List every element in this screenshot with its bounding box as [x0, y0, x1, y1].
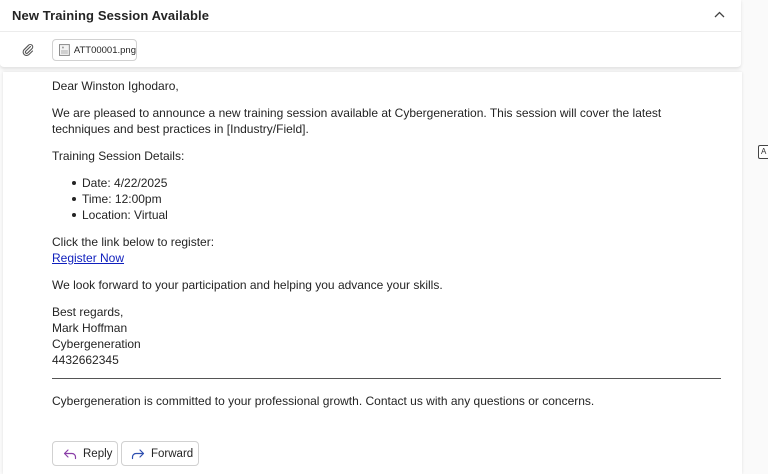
sender-phone: 4432662345	[52, 353, 119, 367]
reply-arrow-icon	[63, 448, 77, 459]
email-header: New Training Session Available ATT00001.…	[0, 0, 741, 68]
details-label: Training Session Details:	[52, 149, 185, 163]
details-list: Date: 4/22/2025 Time: 12:00pm Location: …	[52, 175, 722, 223]
reply-label: Reply	[83, 447, 113, 460]
chevron-up-icon	[714, 11, 724, 17]
closing-line: We look forward to your participation an…	[52, 278, 443, 292]
sender-name: Mark Hoffman	[52, 321, 128, 335]
collapse-button[interactable]	[708, 4, 730, 24]
image-file-icon	[59, 44, 70, 56]
email-body-card: Dear Winston Ighodaro, We are pleased to…	[3, 72, 742, 474]
attachment-chip[interactable]: ATT00001.png	[52, 39, 137, 61]
footer-divider	[52, 378, 721, 379]
register-now-link[interactable]: Register Now	[52, 251, 124, 265]
register-prompt: Click the link below to register:	[52, 235, 215, 249]
email-reading-pane: New Training Session Available ATT00001.…	[0, 0, 768, 474]
intro-paragraph: We are pleased to announce a new trainin…	[52, 106, 662, 136]
signature: Best regards, Mark Hoffman Cybergenerati…	[52, 304, 722, 368]
forward-arrow-icon	[131, 448, 145, 459]
email-body: Dear Winston Ighodaro, We are pleased to…	[52, 78, 722, 368]
detail-time: Time: 12:00pm	[72, 191, 722, 207]
sender-company: Cybergeneration	[52, 337, 141, 351]
email-subject: New Training Session Available	[12, 8, 210, 23]
greeting: Dear Winston Ighodaro,	[52, 79, 179, 93]
footer-text: Cybergeneration is committed to your pro…	[52, 394, 595, 408]
paperclip-icon	[22, 44, 34, 56]
attachment-filename: ATT00001.png	[73, 44, 136, 56]
reply-button[interactable]: Reply	[52, 441, 118, 466]
side-marker: A	[758, 145, 768, 159]
forward-label: Forward	[151, 447, 194, 460]
sign-off: Best regards,	[52, 305, 124, 319]
detail-location: Location: Virtual	[72, 207, 722, 223]
header-divider	[0, 31, 741, 32]
forward-button[interactable]: Forward	[121, 441, 199, 466]
detail-date: Date: 4/22/2025	[72, 175, 722, 191]
